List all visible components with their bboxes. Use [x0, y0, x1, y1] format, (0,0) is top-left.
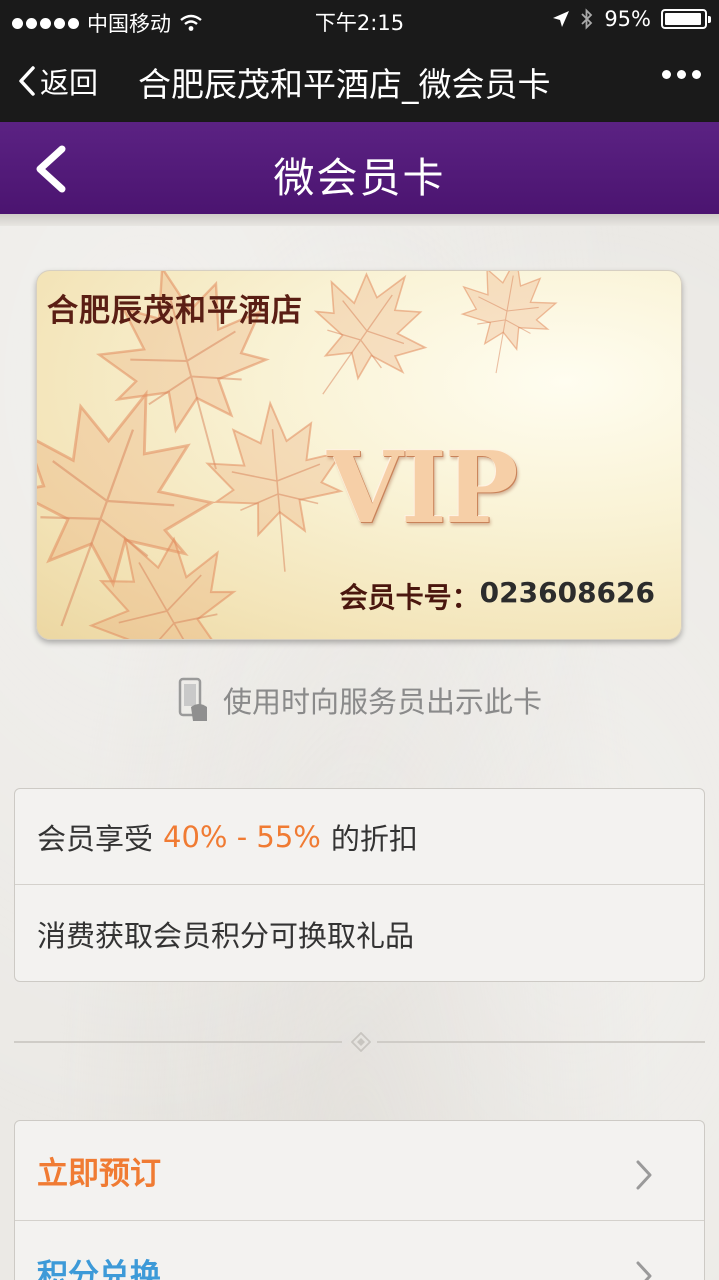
points-text: 消费获取会员积分可换取礼品 — [37, 919, 415, 953]
card-vip-badge: VIP — [327, 431, 519, 546]
points-exchange-label: 积分兑换 — [37, 1257, 161, 1280]
page-title: 微会员卡 — [273, 154, 446, 202]
discount-value: 40% - 55% — [163, 819, 321, 854]
benefits-list: 会员享受 40% - 55% 的折扣 消费获取会员积分可换取礼品 — [14, 788, 705, 982]
divider-line-left — [14, 1041, 342, 1043]
bluetooth-icon — [581, 8, 593, 30]
battery-percent: 95% — [604, 7, 651, 31]
discount-benefit: 会员享受 40% - 55% 的折扣 — [15, 789, 704, 885]
divider-line-right — [377, 1041, 705, 1043]
card-number-value: 023608626 — [479, 576, 655, 609]
nav-back-label: 返回 — [40, 66, 99, 100]
card-number: 会员卡号： 023608626 — [340, 576, 655, 616]
action-list: 立即预订 积分兑换 — [14, 1120, 705, 1280]
page-header: 微会员卡 — [0, 122, 719, 214]
diamond-icon — [351, 1032, 371, 1052]
card-hotel-name: 合肥辰茂和平酒店 — [47, 293, 303, 329]
hint-text: 使用时向服务员出示此卡 — [222, 685, 542, 719]
battery-icon — [661, 9, 711, 29]
battery-level-fill — [665, 13, 702, 25]
nav-back-button[interactable]: 返回 — [18, 60, 98, 102]
membership-card: 合肥辰茂和平酒店 VIP 会员卡号： 023608626 — [36, 270, 682, 640]
discount-prefix: 会员享受 — [37, 821, 154, 856]
section-divider — [14, 1030, 705, 1054]
header-shadow-divider — [0, 214, 719, 226]
chevron-left-icon — [19, 66, 35, 96]
nav-title: 合肥辰茂和平酒店_微会员卡 — [138, 65, 551, 104]
wechat-nav-bar: 返回 合肥辰茂和平酒店_微会员卡 — [0, 40, 719, 122]
top-bar: 中国移动 下午2:15 95% 返回 合肥辰茂和平酒店_微会员卡 — [0, 0, 719, 122]
points-exchange-item[interactable]: 积分兑换 — [15, 1222, 704, 1280]
chevron-right-icon — [636, 1160, 652, 1190]
status-right: 95% — [552, 7, 711, 31]
card-number-label: 会员卡号： — [339, 581, 480, 614]
more-options-icon[interactable] — [662, 70, 701, 79]
status-bar: 中国移动 下午2:15 95% — [0, 0, 719, 40]
chevron-right-icon — [636, 1261, 652, 1280]
points-benefit: 消费获取会员积分可换取礼品 — [15, 886, 704, 982]
phone-hand-icon — [178, 677, 207, 721]
book-now-item[interactable]: 立即预订 — [15, 1121, 704, 1221]
location-arrow-icon — [553, 11, 570, 27]
discount-suffix: 的折扣 — [330, 821, 418, 856]
book-now-label: 立即预订 — [37, 1156, 161, 1192]
show-card-hint: 使用时向服务员出示此卡 — [0, 672, 719, 728]
